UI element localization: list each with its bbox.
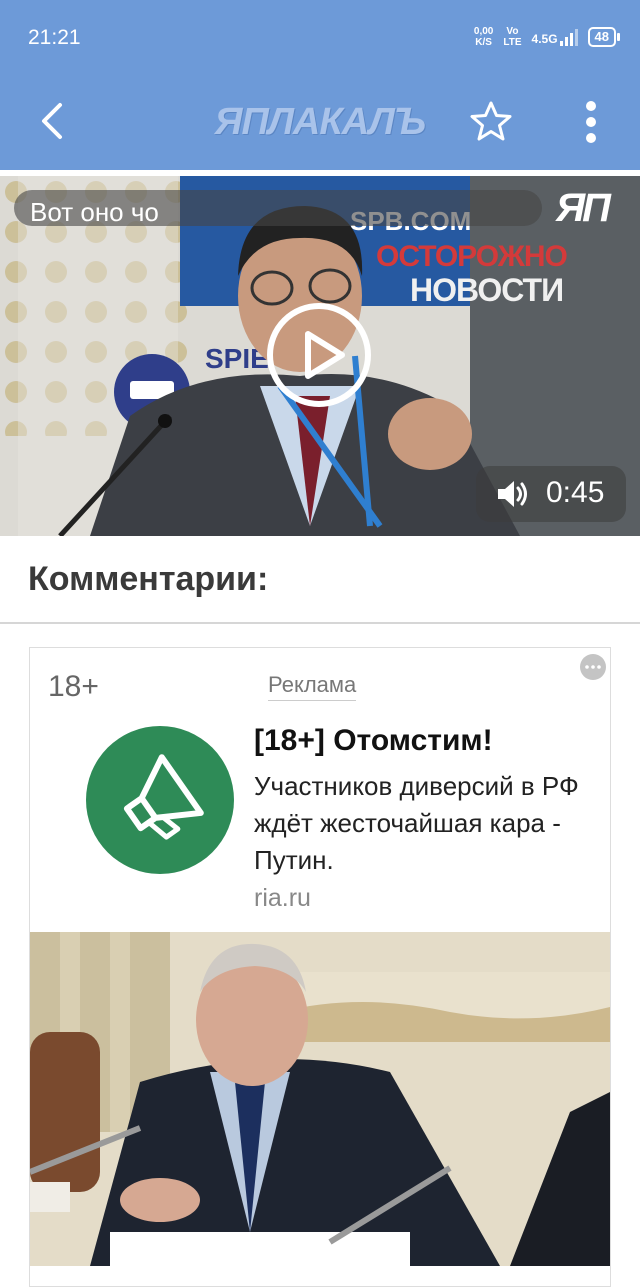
more-horizontal-icon: [585, 665, 601, 669]
ad-domain[interactable]: ria.ru: [254, 884, 311, 913]
divider: [0, 622, 640, 624]
ad-more-button[interactable]: [580, 654, 606, 680]
video-title: Вот оно чо: [14, 190, 542, 226]
star-outline-icon: [470, 101, 512, 141]
ad-image[interactable]: [30, 932, 610, 1266]
ad-photo: [30, 932, 610, 1266]
play-circle-icon: [267, 303, 371, 407]
video-duration: 0:45: [546, 476, 605, 509]
app-logo: ЯПЛАКАЛЪ: [214, 100, 426, 143]
favorite-button[interactable]: [468, 98, 514, 144]
comments-heading: Комментарии:: [28, 560, 269, 598]
megaphone-icon: [86, 726, 234, 874]
chevron-left-icon: [42, 103, 62, 139]
back-button[interactable]: [30, 96, 74, 146]
ad-text[interactable]: Участников диверсий в РФ ждёт жесточайша…: [254, 768, 604, 879]
network-speed: 0,00 K/S: [473, 26, 494, 48]
more-options-button[interactable]: [572, 98, 610, 146]
volume-icon: [498, 481, 527, 507]
ad-logo[interactable]: [86, 726, 234, 874]
status-time: 21:21: [28, 26, 81, 49]
ad-headline[interactable]: [18+] Отомстим!: [254, 724, 493, 758]
volume-button[interactable]: [496, 478, 530, 510]
video-banner-top: ОСТОРОЖНО: [376, 240, 568, 273]
signal-icon: 4.5G: [532, 28, 578, 46]
battery-icon: 48: [587, 27, 621, 47]
ad-age-rating: 18+: [48, 670, 99, 703]
app-header: 21:21 0,00 K/S Vo LTE 4.5G 48 ЯПЛАКАЛЪ: [0, 0, 640, 170]
status-icons: 0,00 K/S Vo LTE 4.5G 48: [473, 26, 621, 48]
video-watermark: ЯП: [556, 186, 611, 230]
play-button[interactable]: [266, 302, 372, 408]
video-banner-bottom: НОВОСТИ: [410, 272, 564, 308]
network-type: Vo LTE: [503, 26, 522, 48]
ad-label: Реклама: [268, 672, 357, 701]
more-vertical-icon: [586, 101, 596, 143]
